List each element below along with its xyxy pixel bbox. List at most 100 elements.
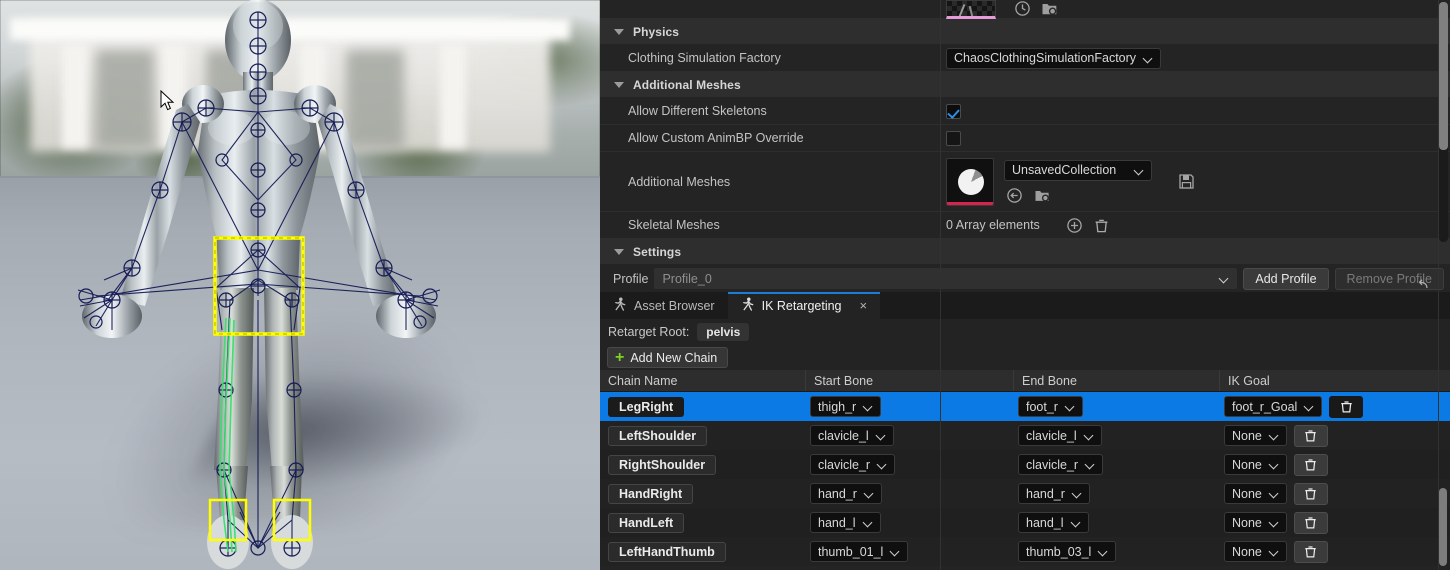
allow-different-skeletons-checkbox[interactable] — [946, 103, 961, 119]
close-icon[interactable]: × — [860, 299, 868, 312]
clothing-simulation-factory-dropdown[interactable]: ChaosClothingSimulationFactory — [946, 47, 1162, 69]
add-element-icon[interactable] — [1066, 217, 1083, 234]
chain-name-value[interactable]: LeftShoulder — [608, 425, 708, 446]
ik-goal-dropdown[interactable]: foot_r_Goal — [1224, 396, 1323, 417]
chain-row[interactable]: LegRight thigh_r foot_r foot_r_Goal — [600, 392, 1450, 421]
chevron-down-icon[interactable] — [614, 81, 624, 88]
chain-name-value[interactable]: RightShoulder — [608, 454, 717, 475]
start-bone-dropdown[interactable]: clavicle_r — [810, 454, 896, 475]
chevron-down-icon[interactable] — [614, 28, 624, 35]
end-bone-dropdown[interactable]: foot_r — [1018, 396, 1083, 417]
chevron-down-icon — [1135, 166, 1144, 175]
ik-goal-dropdown[interactable]: None — [1224, 425, 1287, 446]
delete-chain-button[interactable] — [1293, 511, 1328, 534]
end-bone-cell: clavicle_l — [1014, 425, 1220, 446]
tab-ik-retargeting[interactable]: IK Retargeting × — [727, 292, 881, 319]
chevron-down-icon — [864, 402, 873, 411]
chain-name-value[interactable]: HandRight — [608, 483, 694, 504]
ik-goal-value: foot_r_Goal — [1232, 399, 1298, 414]
end-bone-dropdown[interactable]: thumb_03_l — [1018, 541, 1117, 562]
chevron-down-icon — [1305, 402, 1314, 411]
delete-all-elements-icon[interactable] — [1093, 217, 1110, 234]
end-bone-dropdown[interactable]: hand_r — [1018, 483, 1090, 504]
chain-name-value[interactable]: LeftHandThumb — [608, 541, 726, 562]
revert-arrow-icon[interactable] — [1415, 277, 1432, 294]
property-label: Clothing Simulation Factory — [628, 51, 781, 65]
unreal-editor-window: Physics Clothing Simulation Factory Chao… — [0, 0, 1450, 570]
start-bone-cell: hand_r — [806, 483, 1014, 504]
delete-chain-button[interactable] — [1293, 482, 1328, 505]
chain-list-scrollbar-thumb[interactable] — [1439, 488, 1447, 566]
ik-goal-value: None — [1232, 486, 1262, 501]
category-header-settings[interactable]: Settings — [600, 239, 1450, 265]
chevron-down-icon — [1072, 518, 1081, 527]
ik-goal-dropdown[interactable]: None — [1224, 454, 1287, 475]
end-bone-dropdown[interactable]: hand_l — [1018, 512, 1089, 533]
chevron-down-icon — [891, 547, 900, 556]
ik-goal-dropdown[interactable]: None — [1224, 483, 1287, 504]
column-header-start-bone[interactable]: Start Bone — [806, 370, 1014, 391]
profile-dropdown[interactable]: Profile_0 — [654, 268, 1238, 289]
skeleton-bone-overlay[interactable] — [0, 0, 600, 570]
pie-chart-thumbnail — [958, 168, 984, 195]
retarget-root-value[interactable]: pelvis — [697, 323, 750, 341]
browse-to-asset-icon[interactable] — [1014, 0, 1031, 17]
plus-icon: + — [615, 348, 625, 366]
delete-chain-button[interactable] — [1293, 540, 1328, 563]
property-row-allow-custom-animbp-override: Allow Custom AnimBP Override — [600, 0, 1450, 570]
chain-row[interactable]: HandLeft hand_l hand_l None — [600, 508, 1450, 537]
dropdown-value: ChaosClothingSimulationFactory — [954, 51, 1137, 65]
chevron-down-icon[interactable] — [614, 248, 624, 255]
start-bone-dropdown[interactable]: hand_r — [810, 483, 882, 504]
chain-row[interactable]: LeftShoulder clavicle_l clavicle_l None — [600, 421, 1450, 450]
chain-row[interactable]: HandRight hand_r hand_r None — [600, 479, 1450, 508]
start-bone-value: thigh_r — [818, 399, 857, 414]
end-bone-value: thumb_03_l — [1026, 544, 1092, 559]
start-bone-dropdown[interactable]: thigh_r — [810, 396, 882, 417]
3d-viewport[interactable] — [0, 0, 600, 570]
start-bone-value: hand_r — [818, 486, 857, 501]
column-header-chain-name[interactable]: Chain Name — [600, 370, 806, 391]
end-bone-cell: clavicle_r — [1014, 454, 1220, 475]
chain-name-value[interactable]: LegRight — [608, 396, 685, 417]
category-header-physics[interactable]: Physics — [600, 19, 1450, 45]
tab-asset-browser[interactable]: Asset Browser — [600, 292, 728, 319]
delete-chain-button[interactable] — [1293, 424, 1328, 447]
delete-chain-button[interactable] — [1329, 395, 1364, 418]
details-scrollbar-thumb[interactable] — [1439, 2, 1448, 150]
find-in-content-browser-icon[interactable] — [1034, 187, 1051, 204]
additional-meshes-thumbnail[interactable] — [946, 157, 994, 206]
ik-goal-dropdown[interactable]: None — [1224, 512, 1287, 533]
additional-meshes-asset-dropdown[interactable]: UnsavedCollection — [1004, 159, 1152, 181]
bottom-tab-bar: Asset Browser IK Retargeting × — [600, 292, 1450, 319]
category-label: Additional Meshes — [633, 77, 741, 92]
end-bone-dropdown[interactable]: clavicle_r — [1018, 454, 1104, 475]
find-in-content-browser-icon[interactable] — [1041, 0, 1058, 17]
start-bone-dropdown[interactable]: clavicle_l — [810, 425, 894, 446]
start-bone-dropdown[interactable]: hand_l — [810, 512, 881, 533]
column-header-end-bone[interactable]: End Bone — [1014, 370, 1220, 391]
start-bone-dropdown[interactable]: thumb_01_l — [810, 541, 909, 562]
allow-custom-animbp-override-checkbox[interactable] — [946, 130, 961, 146]
end-bone-dropdown[interactable]: clavicle_l — [1018, 425, 1102, 446]
add-new-chain-button[interactable]: + Add New Chain — [607, 347, 729, 368]
profile-row: Profile Profile_0 Add Profile Remove Pro… — [600, 265, 1450, 292]
property-row-clothing-simulation-factory: Clothing Simulation Factory ChaosClothin… — [600, 0, 1450, 570]
category-header-additional-meshes[interactable]: Additional Meshes — [600, 72, 1450, 98]
chain-row[interactable]: LeftHandThumb thumb_01_l thumb_03_l None — [600, 537, 1450, 566]
retarget-person-icon — [613, 297, 626, 314]
chain-name-value[interactable]: HandLeft — [608, 512, 685, 533]
retarget-person-icon — [741, 297, 754, 314]
chevron-down-icon — [1144, 54, 1153, 63]
chevron-down-icon — [1073, 489, 1082, 498]
start-bone-cell: hand_l — [806, 512, 1014, 533]
ik-goal-value: None — [1232, 515, 1262, 530]
chain-row[interactable]: RightShoulder clavicle_r clavicle_r None — [600, 450, 1450, 479]
end-bone-value: foot_r — [1026, 399, 1058, 414]
delete-chain-button[interactable] — [1293, 453, 1328, 476]
end-bone-value: hand_r — [1026, 486, 1065, 501]
browse-to-asset-icon[interactable] — [1006, 187, 1023, 204]
save-icon[interactable] — [1178, 173, 1195, 190]
ik-goal-dropdown[interactable]: None — [1224, 541, 1287, 562]
add-profile-button[interactable]: Add Profile — [1243, 267, 1329, 290]
